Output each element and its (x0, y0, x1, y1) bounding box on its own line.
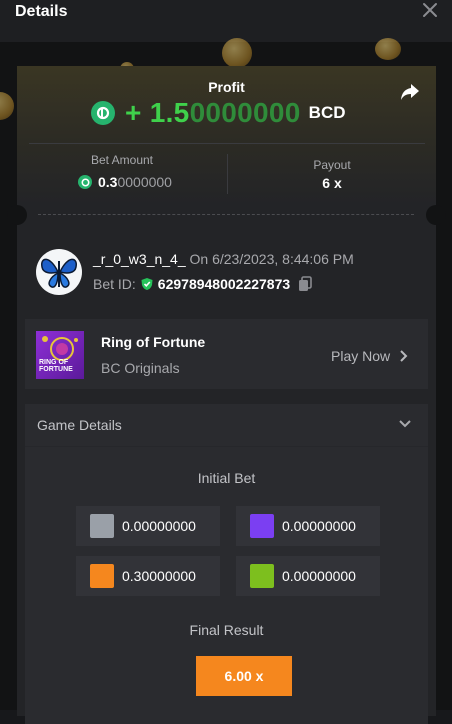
profit-value-main: 1.5 (149, 97, 190, 128)
profit-currency: BCD (308, 103, 346, 122)
bet-cell-value: 0.00000000 (282, 568, 356, 584)
color-swatch (90, 564, 114, 588)
bet-cell-value: 0.30000000 (122, 568, 196, 584)
card-notch (426, 205, 446, 225)
avatar[interactable] (36, 249, 82, 295)
user-info: _r_0_w3_n_4_ On 6/23/2023, 8:44:06 PM (93, 251, 354, 267)
share-icon[interactable] (399, 82, 421, 102)
bet-amount-value: 0.3 0000000 (78, 174, 172, 190)
bet-cell-value: 0.00000000 (282, 518, 356, 534)
initial-bet-label: Initial Bet (197, 470, 256, 486)
final-result-badge: 6.00 x (196, 656, 292, 696)
game-details-title[interactable]: Game Details (37, 417, 122, 433)
play-now-button[interactable]: Play Now (331, 348, 410, 364)
modal-title: Details (15, 3, 68, 20)
modal-header: Details (0, 0, 452, 42)
bet-id-value: 62978948002227873 (157, 276, 291, 292)
payout-label: Payout (313, 158, 351, 172)
profit-sign: + (125, 97, 150, 128)
bet-date: On 6/23/2023, 8:44:06 PM (189, 251, 354, 267)
game-details-panel: Game Details Initial Bet 0.00000000 0.00… (25, 404, 428, 724)
divider (29, 143, 425, 144)
initial-bet-cell: 0.30000000 (76, 556, 220, 596)
profit-label: Profit (208, 79, 245, 95)
game-provider: BC Originals (101, 360, 180, 376)
initial-bet-cell: 0.00000000 (236, 556, 380, 596)
final-result-label: Final Result (189, 622, 264, 638)
profit-section: Profit + 1.50000000 BCD Bet Amount 0.3 00… (17, 66, 436, 204)
chevron-right-icon (400, 350, 408, 362)
game-link-row[interactable]: RING OF FORTUNE Ring of Fortune BC Origi… (25, 319, 428, 389)
profit-amount: + 1.50000000 BCD (91, 96, 346, 130)
divider (25, 446, 428, 447)
payout-value: 6 x (322, 175, 342, 191)
initial-bet-cell: 0.00000000 (76, 506, 220, 546)
dashed-divider (38, 214, 414, 215)
color-swatch (250, 514, 274, 538)
close-icon[interactable] (421, 1, 439, 19)
initial-bet-cell: 0.00000000 (236, 506, 380, 546)
decorative-coin (222, 38, 252, 68)
bet-id-label: Bet ID: (93, 276, 136, 292)
bet-amount-rest: 0000000 (117, 174, 172, 190)
decorative-coin (375, 38, 401, 60)
game-thumbnail: RING OF FORTUNE (36, 331, 84, 379)
copy-icon[interactable] (298, 276, 312, 292)
profit-value: + 1.50000000 (125, 97, 301, 129)
bet-id-row: Bet ID: 62978948002227873 (93, 276, 312, 292)
bet-cell-value: 0.00000000 (122, 518, 196, 534)
username[interactable]: _r_0_w3_n_4_ (93, 251, 186, 267)
bet-details-card: Profit + 1.50000000 BCD Bet Amount 0.3 00… (7, 66, 446, 724)
color-swatch (250, 564, 274, 588)
chevron-down-icon[interactable] (398, 417, 412, 431)
color-swatch (90, 514, 114, 538)
game-name: Ring of Fortune (101, 334, 206, 350)
profit-value-rest: 0000000 (189, 97, 301, 128)
play-now-label: Play Now (331, 348, 391, 364)
card-notch (7, 205, 27, 225)
bcd-coin-icon (91, 101, 115, 125)
shield-check-icon (141, 278, 153, 290)
decorative-coin (0, 92, 14, 120)
bcd-coin-icon (78, 175, 92, 189)
game-thumbnail-text: RING OF FORTUNE (39, 359, 73, 373)
bet-amount-label: Bet Amount (90, 153, 154, 167)
bet-amount-main: 0.3 (98, 174, 118, 190)
